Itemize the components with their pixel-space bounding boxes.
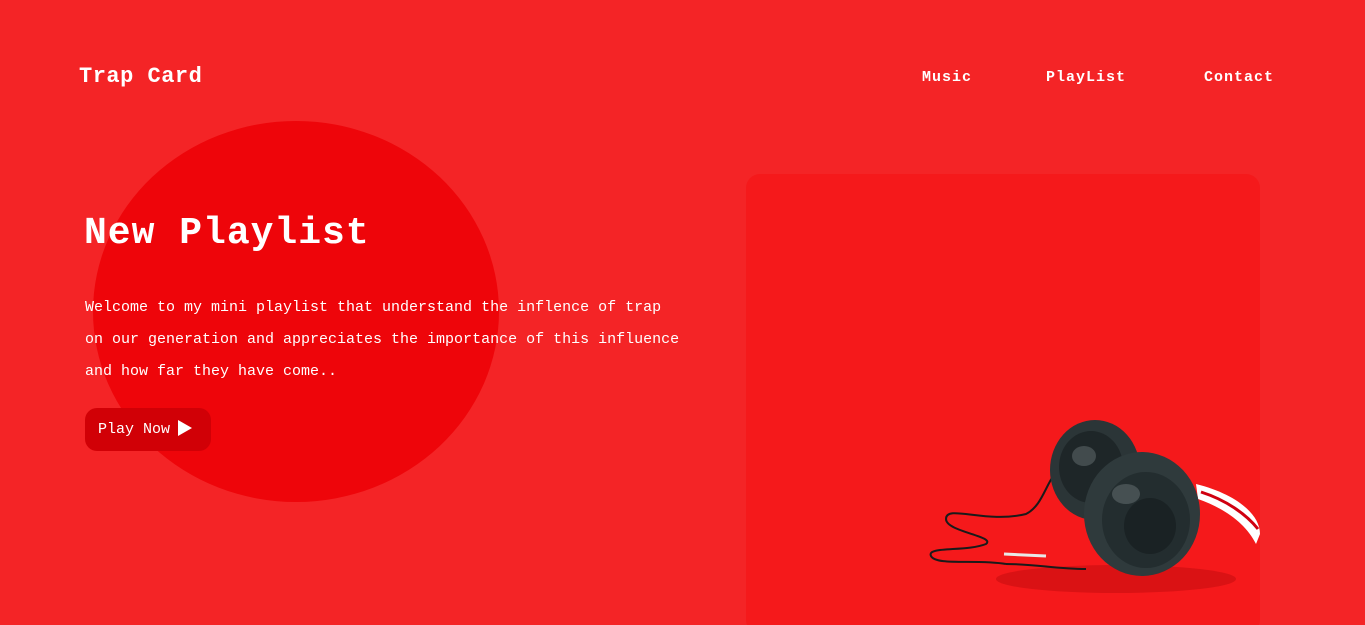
nav-contact[interactable]: Contact	[1204, 69, 1274, 86]
nav-music[interactable]: Music	[922, 69, 1046, 86]
nav-playlist[interactable]: PlayList	[1046, 69, 1204, 86]
brand-logo[interactable]: Trap Card	[79, 64, 202, 89]
play-icon	[178, 420, 193, 436]
play-now-label: Play Now	[98, 421, 171, 438]
main-nav: Music PlayList Contact	[922, 69, 1274, 86]
headphones-image	[929, 420, 1260, 593]
headphones-image-card	[746, 174, 1260, 625]
hero-title: New Playlist	[84, 212, 370, 255]
hero-description: Welcome to my mini playlist that underst…	[85, 299, 680, 380]
play-now-button[interactable]: Play Now	[85, 408, 211, 451]
